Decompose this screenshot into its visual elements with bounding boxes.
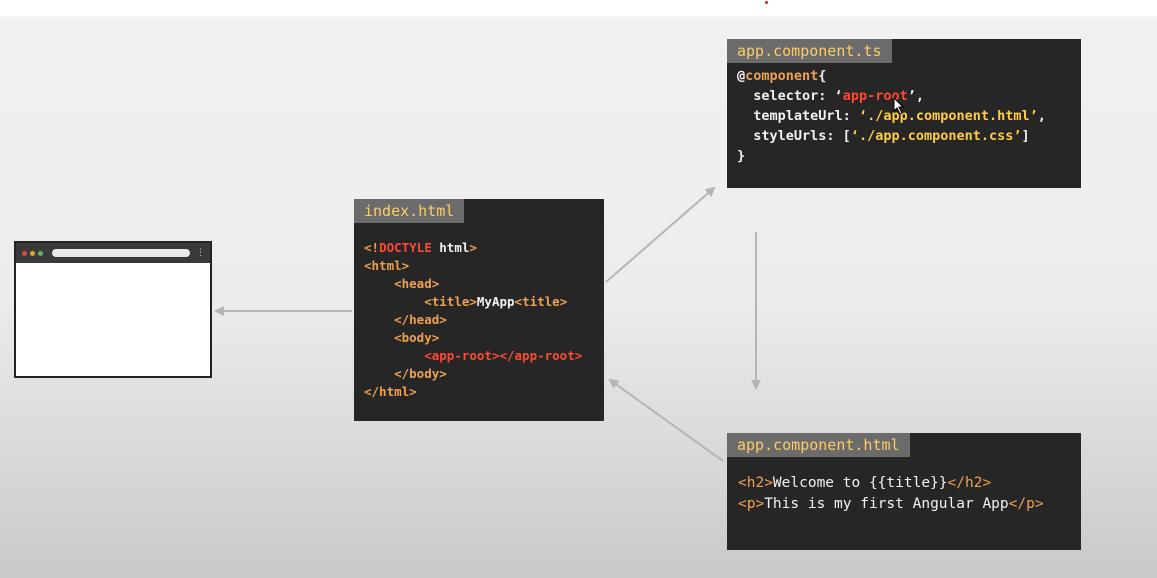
code-token: DOCTYLE [379, 240, 432, 255]
code-token: <body> [394, 330, 440, 345]
code-token: MyApp [476, 294, 515, 309]
code-token: <title> [514, 294, 568, 309]
arrow-index-to-ts [605, 186, 716, 283]
code-token: > [469, 240, 477, 255]
app-component-html-code: <h2>Welcome to {{title}}</h2> <p>This is… [738, 473, 1044, 515]
code-token: <h2> [738, 475, 773, 491]
code-token: </html> [364, 384, 417, 399]
code-token: ‘./app.component.css’ [850, 128, 1022, 144]
app-component-html-panel: app.component.html <h2>Welcome to {{titl… [727, 433, 1081, 550]
code-token: } [737, 148, 746, 164]
code-token: Welcome to {{title}} [772, 475, 948, 491]
code-token: html [431, 240, 470, 255]
code-token: <html> [364, 258, 410, 273]
code-token: <p> [738, 496, 765, 512]
code-token: ‘ [834, 88, 843, 104]
panel-title: app.component.html [727, 433, 910, 457]
code-token: ] [1021, 128, 1030, 144]
code-token: </head> [394, 312, 447, 327]
code-token: </h2> [947, 475, 992, 491]
code-token: </body> [394, 366, 447, 381]
code-token: </p> [1008, 496, 1044, 512]
panel-title: app.component.ts [727, 39, 892, 63]
code-token: ‘./app.component.html’ [858, 108, 1038, 124]
code-token: , [1037, 108, 1046, 124]
index-html-code: <!DOCTYLE html> <html> <head> <title>MyA… [364, 239, 582, 401]
code-token: <head> [394, 276, 440, 291]
code-token: component [745, 68, 819, 84]
code-token: This is my first Angular App [764, 496, 1009, 512]
arrow-html-to-index [608, 378, 724, 462]
code-token: <title> [424, 294, 477, 309]
code-token: selector: [753, 88, 835, 104]
code-token: <app-root></app-root> [424, 348, 583, 363]
code-token: styleUrls: [ [753, 128, 851, 144]
app-component-ts-code: @component{ selector: ‘app-root’, templa… [737, 66, 1046, 166]
code-token: { [818, 68, 827, 84]
code-token: <! [364, 240, 380, 255]
panel-title: index.html [354, 199, 465, 223]
code-token: templateUrl: [753, 108, 859, 124]
mouse-pointer-icon [893, 97, 905, 115]
index-html-panel: index.html <!DOCTYLE html> <html> <head>… [354, 199, 604, 421]
code-token: ’, [907, 88, 924, 104]
code-token: @ [737, 68, 746, 84]
